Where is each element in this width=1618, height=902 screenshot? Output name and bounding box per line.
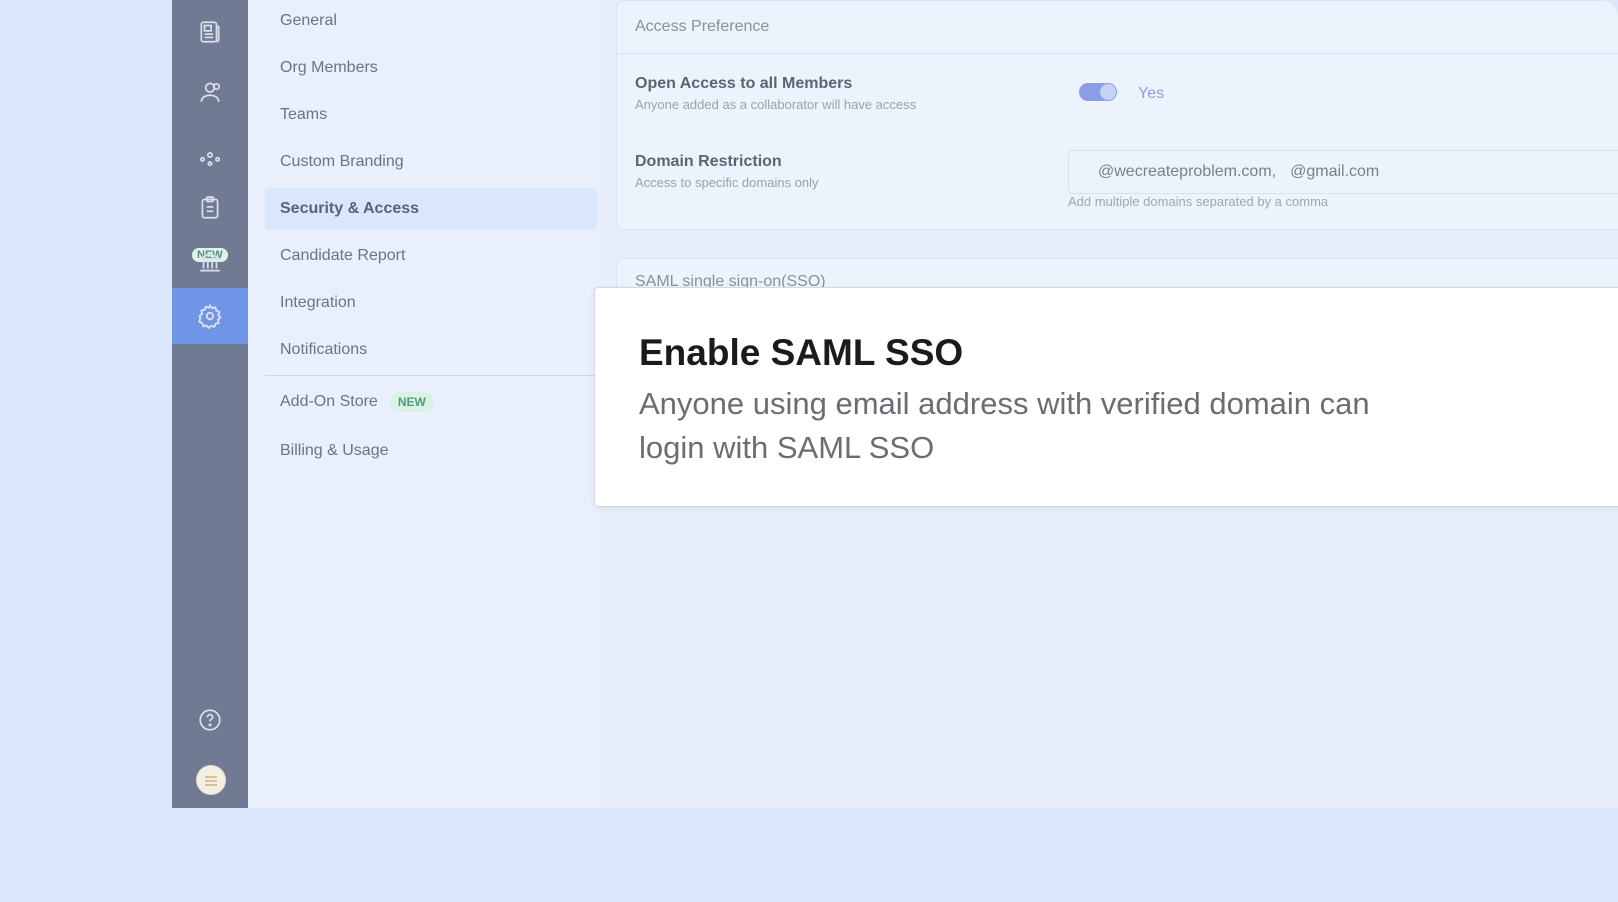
bank-icon <box>199 252 221 272</box>
domain-hint: Add multiple domains separated by a comm… <box>1068 194 1329 209</box>
menu-item-add-on-store[interactable]: Add-On Store NEW <box>265 381 597 423</box>
menu-item-notifications[interactable]: Notifications <box>265 329 597 371</box>
rail-item-network[interactable]: NEW <box>172 120 248 262</box>
users-icon <box>200 82 221 102</box>
clipboard-icon <box>201 196 219 219</box>
menu-item-label: Add-On Store <box>280 393 378 410</box>
network-icon <box>199 151 221 167</box>
callout-title: Enable SAML SSO <box>639 332 964 373</box>
rail-item-help[interactable] <box>172 692 248 748</box>
open-access-description: Anyone added as a collaborator will have… <box>635 97 917 112</box>
domain-input[interactable]: @wecreateproblem.com, @gmail.com <box>1068 150 1618 194</box>
rail-item-people[interactable] <box>172 64 248 120</box>
menu-item-security-access[interactable]: Security & Access <box>265 188 597 230</box>
saml-callout: Enable SAML SSO Anyone using email addre… <box>594 287 1618 507</box>
menu-divider <box>265 375 597 376</box>
icon-rail: NEW <box>172 0 248 808</box>
rail-item-assessments[interactable] <box>172 180 248 236</box>
rail-item-documents[interactable] <box>172 4 248 60</box>
open-access-toggle-label: Yes <box>1138 85 1165 102</box>
menu-item-teams[interactable]: Teams <box>265 94 597 136</box>
gear-icon <box>198 303 222 329</box>
open-access-title: Open Access to all Members <box>635 75 853 92</box>
domain-chip: @gmail.com <box>1290 163 1380 180</box>
menu-item-general[interactable]: General <box>265 0 597 42</box>
access-preference-card: Access Preference Open Access to all Mem… <box>616 0 1618 230</box>
new-badge: NEW <box>389 392 434 412</box>
menu-item-org-members[interactable]: Org Members <box>265 47 597 89</box>
avatar[interactable] <box>196 765 226 795</box>
menu-item-candidate-report[interactable]: Candidate Report <box>265 235 597 277</box>
domain-restriction-title: Domain Restriction <box>635 153 782 170</box>
rail-item-organization[interactable] <box>172 234 248 290</box>
domain-chip: @wecreateproblem.com, <box>1098 163 1277 180</box>
access-preference-header: Access Preference <box>617 1 1618 54</box>
menu-item-integration[interactable]: Integration <box>265 282 597 324</box>
open-access-toggle[interactable] <box>1079 83 1117 101</box>
document-icon <box>200 21 220 43</box>
callout-body: Anyone using email address with verified… <box>639 386 1370 465</box>
rail-item-settings[interactable] <box>172 288 248 344</box>
settings-menu: General Org Members Teams Custom Brandin… <box>248 0 598 808</box>
app-frame: NEW General Org Members Teams Custom Bra… <box>0 0 1618 902</box>
menu-item-custom-branding[interactable]: Custom Branding <box>265 141 597 183</box>
help-icon <box>199 709 221 731</box>
menu-item-billing-usage[interactable]: Billing & Usage <box>265 430 597 472</box>
domain-restriction-description: Access to specific domains only <box>635 175 819 190</box>
